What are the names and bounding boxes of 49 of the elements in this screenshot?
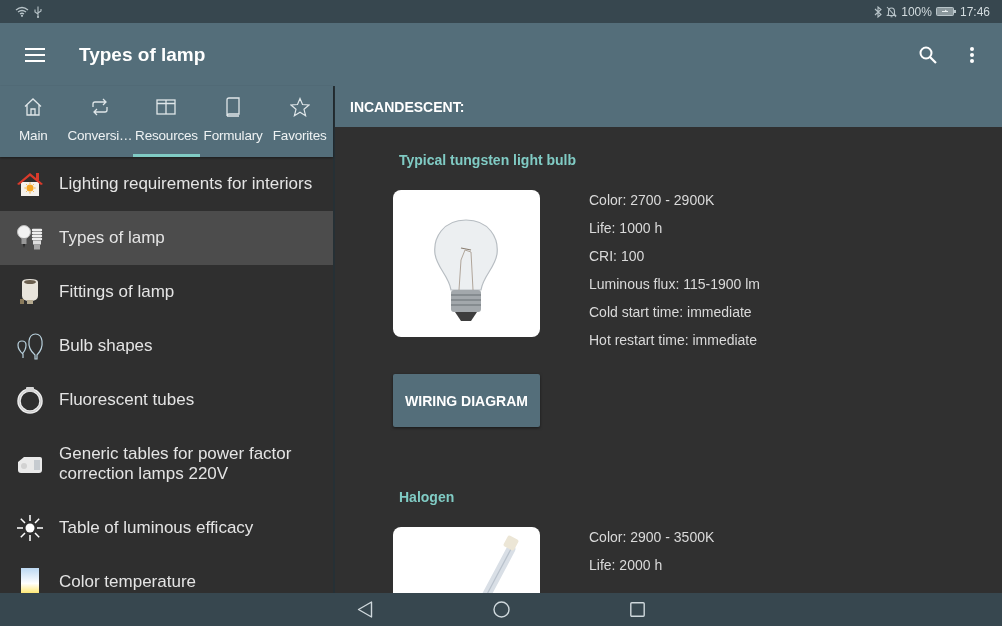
spec-text: Color: 2900 - 3500K xyxy=(589,528,715,547)
spec-text: Luminous flux: 115-1900 lm xyxy=(589,275,760,294)
spec-text: CRI: 100 xyxy=(589,247,645,266)
lamp-title: Typical tungsten light bulb xyxy=(399,151,577,170)
bell-off-icon xyxy=(886,5,898,18)
app-title: Types of lamp xyxy=(79,43,206,66)
spec-text: Life: 1000 h xyxy=(589,219,663,238)
spec-text: Cold start time: immediate xyxy=(589,303,752,322)
ring-tube-icon xyxy=(16,386,44,414)
columns-icon xyxy=(156,97,177,117)
sun-icon xyxy=(16,514,44,542)
bluetooth-icon xyxy=(874,5,883,18)
spec-text: Life: 2000 h xyxy=(589,556,663,575)
sidebar-item[interactable]: Bulb shapes xyxy=(0,319,333,373)
tab[interactable]: Favorites xyxy=(266,86,333,157)
more-options-icon[interactable] xyxy=(970,46,974,63)
tab[interactable]: Conversi… xyxy=(66,86,134,157)
menu-icon[interactable] xyxy=(25,47,45,62)
tab[interactable]: Resources xyxy=(133,86,200,157)
clock-time: 17:46 xyxy=(959,4,990,19)
tab[interactable]: Formulary xyxy=(199,86,267,157)
bulb-outlines-icon xyxy=(16,332,44,360)
tab[interactable]: Main xyxy=(0,86,67,157)
wiring-diagram-button[interactable]: WIRING DIAGRAM xyxy=(393,374,540,427)
section-header: INCANDESCENT: xyxy=(335,86,1002,127)
battery-icon xyxy=(935,7,956,16)
repeat-icon xyxy=(89,97,110,117)
sidebar-item[interactable]: Fluorescent tubes xyxy=(0,373,333,427)
home-icon xyxy=(23,97,44,117)
home-icon[interactable] xyxy=(493,601,510,618)
wifi-icon xyxy=(15,6,29,17)
usb-icon xyxy=(34,5,42,18)
battery-percentage: 100% xyxy=(901,4,932,19)
sidebar-item[interactable]: Lighting requirements for interiors xyxy=(0,157,333,211)
search-icon[interactable] xyxy=(919,45,937,64)
sidebar-item[interactable]: Fittings of lamp xyxy=(0,265,333,319)
color-gradient-icon xyxy=(21,568,39,593)
recent-apps-icon[interactable] xyxy=(630,602,645,617)
sidebar-item[interactable]: Color temperature xyxy=(0,555,333,593)
back-icon[interactable] xyxy=(357,601,373,618)
sidebar-item[interactable]: Types of lamp xyxy=(0,211,333,265)
house-icon xyxy=(16,171,44,197)
light-bulbs-icon xyxy=(16,224,44,252)
lamp-title: Halogen xyxy=(399,488,455,507)
star-icon xyxy=(289,97,310,117)
sidebar-item[interactable]: Table of luminous efficacy xyxy=(0,501,333,555)
sidebar-item[interactable]: Generic tables for power factor correction lamps 220V xyxy=(0,427,333,501)
spec-text: Hot restart time: immediate xyxy=(589,331,758,350)
spec-text: Color: 2700 - 2900K xyxy=(589,191,715,210)
